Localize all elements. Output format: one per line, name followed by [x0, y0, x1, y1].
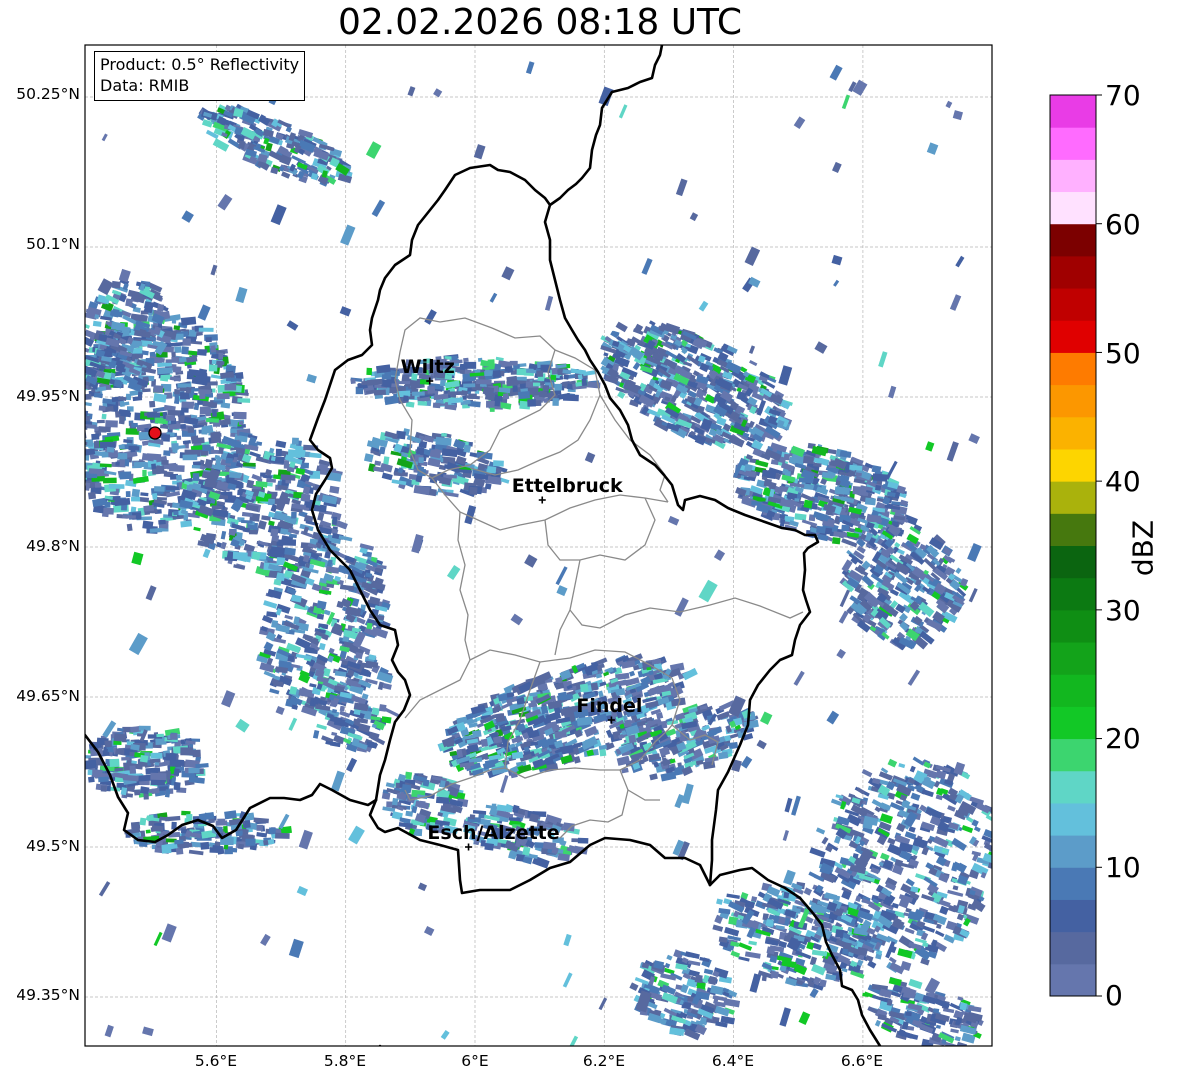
colorbar-segment [1050, 255, 1096, 289]
colorbar-segment [1050, 545, 1096, 579]
colorbar-segment [1050, 770, 1096, 804]
colorbar-segment [1050, 159, 1096, 193]
lat-label: 50.25°N [16, 85, 80, 103]
colorbar-segment [1050, 513, 1096, 546]
colorbar-tick: 20 [1105, 722, 1141, 755]
colorbar-segment [1050, 223, 1096, 257]
colorbar-segment [1050, 867, 1096, 900]
colorbar-segment [1050, 642, 1096, 675]
colorbar-tick: 70 [1105, 79, 1141, 112]
colorbar-tick: 50 [1105, 337, 1141, 370]
colorbar-segment [1050, 963, 1096, 997]
colorbar-segment [1050, 899, 1096, 933]
colorbar-tick: 10 [1105, 851, 1141, 884]
colorbar-segment [1050, 706, 1096, 740]
colorbar-segment [1050, 320, 1096, 353]
lat-label: 49.65°N [16, 687, 80, 705]
colorbar-tick: 60 [1105, 208, 1141, 241]
lat-label: 50.1°N [26, 235, 80, 253]
info-box: Product: 0.5° Reflectivity Data: RMIB [94, 51, 306, 101]
colorbar-segment [1050, 802, 1096, 836]
colorbar-segment [1050, 448, 1096, 482]
colorbar-segment [1050, 288, 1096, 321]
city-label: Wiltz [401, 356, 455, 378]
lon-label: 5.8°E [323, 1052, 367, 1070]
colorbar [1049, 94, 1102, 997]
colorbar-tick: 40 [1105, 465, 1141, 498]
city-label: Ettelbruck [512, 475, 623, 497]
colorbar-label: dBZ [1126, 519, 1160, 577]
colorbar-segment [1050, 481, 1096, 514]
colorbar-segment [1050, 931, 1096, 965]
colorbar-segment [1050, 191, 1096, 225]
radar-site-marker [148, 426, 162, 440]
data-source-label: Data: RMIB [100, 76, 190, 95]
colorbar-segment [1050, 674, 1096, 707]
lon-label: 6.2°E [582, 1052, 626, 1070]
lon-label: 6°E [461, 1052, 489, 1070]
radar-map: Wiltz Ettelbruck Findel Esch/Alzette [84, 44, 1102, 1047]
city-label: Findel [576, 695, 642, 717]
colorbar-segment [1050, 384, 1096, 418]
colorbar-segment [1050, 835, 1096, 868]
colorbar-segment [1050, 738, 1096, 772]
lon-label: 5.6°E [194, 1052, 238, 1070]
radar-site-dot [148, 426, 162, 440]
lat-label: 49.35°N [16, 986, 80, 1004]
lon-label: 6.4°E [711, 1052, 755, 1070]
colorbar-tick: 0 [1105, 979, 1123, 1012]
city-label: Esch/Alzette [427, 822, 559, 844]
colorbar-segment [1050, 609, 1096, 643]
colorbar-tick: 30 [1105, 594, 1141, 627]
product-label: Product: 0.5° Reflectivity [100, 55, 300, 74]
colorbar-segment [1050, 127, 1096, 160]
lon-label: 6.6°E [840, 1052, 884, 1070]
colorbar-segment [1050, 416, 1096, 450]
colorbar-segment [1050, 95, 1096, 128]
colorbar-segment [1050, 352, 1096, 386]
colorbar-segment [1050, 577, 1096, 611]
radar-echoes [85, 61, 992, 1046]
lat-label: 49.95°N [16, 387, 80, 405]
lat-label: 49.8°N [26, 537, 80, 555]
lat-label: 49.5°N [26, 837, 80, 855]
